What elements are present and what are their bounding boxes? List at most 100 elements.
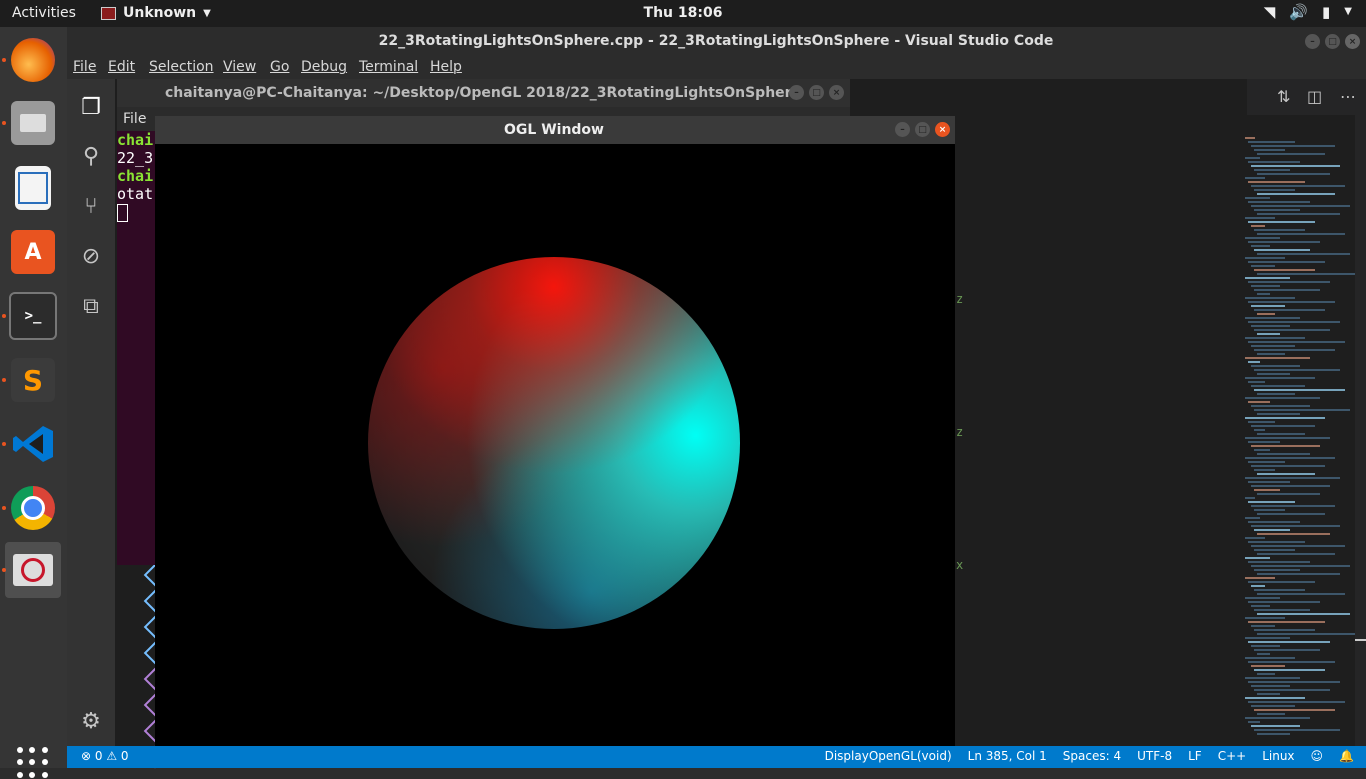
editor-scrollbar[interactable] bbox=[1355, 115, 1366, 746]
wifi-icon[interactable]: ◥ bbox=[1264, 3, 1276, 21]
status-indentation[interactable]: Spaces: 4 bbox=[1063, 749, 1121, 763]
clock[interactable]: Thu 18:06 bbox=[644, 5, 723, 21]
menu-help[interactable]: Help bbox=[430, 59, 462, 75]
show-applications-button[interactable] bbox=[17, 747, 49, 779]
menu-selection[interactable]: Selection bbox=[149, 59, 214, 75]
minimap-line bbox=[1257, 473, 1315, 475]
dock-item-vscode[interactable] bbox=[2, 416, 61, 472]
minimap-line bbox=[1248, 661, 1335, 663]
minimap-line bbox=[1254, 609, 1310, 611]
terminal-output[interactable]: chai 22_3 chai otat bbox=[117, 131, 153, 222]
minimap-line bbox=[1257, 273, 1355, 275]
menu-debug[interactable]: Debug bbox=[301, 59, 347, 75]
status-encoding[interactable]: UTF-8 bbox=[1137, 749, 1172, 763]
status-platform[interactable]: Linux bbox=[1262, 749, 1294, 763]
minimap-line bbox=[1257, 453, 1310, 455]
minimap-line bbox=[1254, 729, 1340, 731]
dock-item-writer[interactable] bbox=[5, 160, 61, 216]
minimap-line bbox=[1254, 149, 1285, 151]
terminal-titlebar[interactable]: chaitanya@PC-Chaitanya: ~/Desktop/OpenGL… bbox=[117, 79, 850, 107]
activities-button[interactable]: Activities bbox=[12, 5, 76, 21]
chevron-down-icon[interactable]: ▼ bbox=[1344, 6, 1352, 21]
extensions-icon[interactable]: ⧉ bbox=[77, 292, 105, 320]
minimap[interactable] bbox=[1245, 137, 1355, 747]
feedback-icon[interactable]: ☺ bbox=[1311, 749, 1324, 763]
menu-go[interactable]: Go bbox=[270, 59, 289, 75]
maximize-icon[interactable]: □ bbox=[809, 85, 824, 100]
dock-item-chrome[interactable] bbox=[2, 480, 61, 536]
minimap-line bbox=[1245, 237, 1280, 239]
maximize-icon[interactable]: □ bbox=[1325, 34, 1340, 49]
menu-file[interactable]: File bbox=[73, 59, 96, 75]
terminal-line: 22_3 bbox=[117, 149, 154, 167]
bell-icon[interactable]: 🔔 bbox=[1339, 749, 1354, 763]
minimap-line bbox=[1245, 437, 1330, 439]
minimize-icon[interactable]: – bbox=[1305, 34, 1320, 49]
terminal-line: otat bbox=[117, 185, 154, 203]
minimap-line bbox=[1257, 733, 1290, 735]
terminal-menu-file[interactable]: File bbox=[123, 111, 146, 127]
dock-item-sublime[interactable]: S bbox=[2, 352, 61, 408]
opengl-canvas[interactable] bbox=[155, 144, 955, 746]
minimap-line bbox=[1245, 317, 1300, 319]
minimap-line bbox=[1254, 369, 1340, 371]
open-changes-icon[interactable]: ⇅ bbox=[1277, 87, 1290, 106]
search-icon[interactable]: ⚲ bbox=[77, 142, 105, 170]
running-indicator bbox=[2, 568, 6, 572]
minimap-line bbox=[1251, 185, 1345, 187]
close-icon[interactable]: × bbox=[935, 122, 950, 137]
app-menu[interactable]: Unknown ▼ bbox=[101, 5, 211, 21]
dock-item-software[interactable]: A bbox=[5, 224, 61, 280]
minimap-line bbox=[1248, 641, 1330, 643]
ogl-titlebar[interactable]: OGL Window – □ × bbox=[155, 116, 955, 144]
menu-view[interactable]: View bbox=[223, 59, 256, 75]
status-cursor-position[interactable]: Ln 385, Col 1 bbox=[968, 749, 1047, 763]
editor-actions: ⇅ ◫ ⋯ bbox=[1247, 79, 1366, 115]
minimap-line bbox=[1257, 593, 1345, 595]
minimap-line bbox=[1254, 449, 1270, 451]
minimap-line bbox=[1248, 621, 1325, 623]
running-indicator bbox=[2, 314, 6, 318]
code-fragment: x bbox=[956, 558, 964, 572]
minimap-line bbox=[1257, 173, 1330, 175]
status-function[interactable]: DisplayOpenGL(void) bbox=[825, 749, 952, 763]
minimap-line bbox=[1245, 377, 1315, 379]
minimap-line bbox=[1254, 349, 1335, 351]
split-editor-icon[interactable]: ◫ bbox=[1307, 87, 1322, 106]
status-bar: ⊗ 0 ⚠ 0 DisplayOpenGL(void) Ln 385, Col … bbox=[67, 746, 1366, 768]
menu-terminal[interactable]: Terminal bbox=[359, 59, 418, 75]
system-tray[interactable]: ◥ 🔊 ▮ ▼ bbox=[1264, 3, 1352, 21]
close-icon[interactable]: × bbox=[1345, 34, 1360, 49]
vscode-titlebar[interactable]: 22_3RotatingLightsOnSphere.cpp - 22_3Rot… bbox=[67, 27, 1366, 55]
minimize-icon[interactable]: – bbox=[789, 85, 804, 100]
status-language[interactable]: C++ bbox=[1218, 749, 1247, 763]
problems-indicator[interactable]: ⊗ 0 ⚠ 0 bbox=[81, 749, 129, 763]
minimap-line bbox=[1251, 565, 1350, 567]
dock-item-unknown[interactable] bbox=[2, 542, 61, 598]
status-eol[interactable]: LF bbox=[1188, 749, 1202, 763]
dock-item-terminal[interactable]: >_ bbox=[2, 288, 61, 344]
close-icon[interactable]: × bbox=[829, 85, 844, 100]
more-actions-icon[interactable]: ⋯ bbox=[1340, 87, 1356, 106]
window-title: 22_3RotatingLightsOnSphere.cpp - 22_3Rot… bbox=[378, 33, 1054, 49]
explorer-icon[interactable]: ❐ bbox=[77, 93, 105, 121]
minimap-line bbox=[1251, 165, 1340, 167]
minimap-line bbox=[1254, 389, 1345, 391]
menu-edit[interactable]: Edit bbox=[108, 59, 135, 75]
debug-icon[interactable]: ⊘ bbox=[77, 242, 105, 270]
maximize-icon[interactable]: □ bbox=[915, 122, 930, 137]
volume-icon[interactable]: 🔊 bbox=[1289, 3, 1308, 21]
minimap-line bbox=[1257, 253, 1350, 255]
minimap-line bbox=[1254, 709, 1335, 711]
dock-item-files[interactable] bbox=[2, 95, 61, 151]
minimize-icon[interactable]: – bbox=[895, 122, 910, 137]
gear-icon[interactable]: ⚙ bbox=[77, 707, 105, 735]
minimap-line bbox=[1251, 245, 1270, 247]
source-control-icon[interactable]: ⑂ bbox=[77, 192, 105, 220]
dock-item-firefox[interactable] bbox=[2, 32, 61, 88]
sublime-icon: S bbox=[11, 358, 55, 402]
running-indicator bbox=[2, 58, 6, 62]
battery-icon[interactable]: ▮ bbox=[1322, 3, 1330, 21]
scrollbar-thumb[interactable] bbox=[1355, 639, 1366, 641]
running-indicator bbox=[2, 121, 6, 125]
